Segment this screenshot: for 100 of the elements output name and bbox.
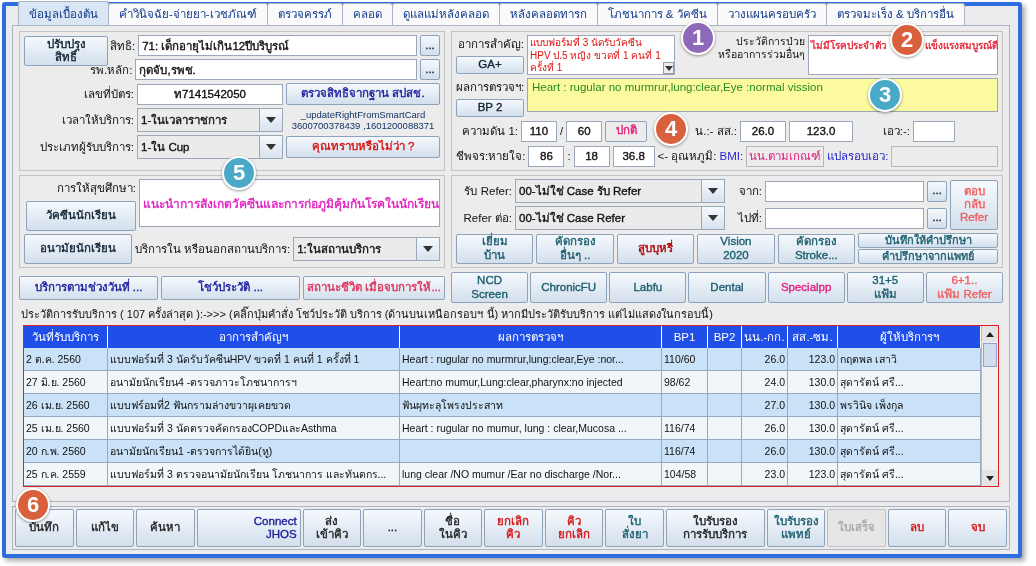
action-button[interactable]: ค้นหา: [136, 509, 195, 547]
table-cell: [662, 394, 708, 417]
input-field[interactable]: 18: [573, 145, 610, 167]
action-button[interactable]: จบ: [948, 509, 1007, 547]
column-header[interactable]: ผลการตรวจฯ: [400, 326, 662, 348]
module-button[interactable]: Dental: [688, 272, 766, 303]
input-field[interactable]: 123.0: [789, 120, 853, 142]
input-field[interactable]: 86: [528, 145, 565, 167]
tab[interactable]: ข้อมูลเบื้องต้น: [18, 1, 109, 25]
field-label: ชีพจร:หายใจ:: [456, 149, 526, 164]
dropdown[interactable]: 00-ไม่ใช่ Case Refer: [515, 206, 725, 230]
table-cell: 25 ก.ค. 2559: [24, 463, 108, 486]
action-button[interactable]: ชื่อ ในคิว: [423, 509, 483, 547]
module-button[interactable]: Labfu: [609, 272, 687, 303]
tab[interactable]: คำวินิจฉัย-จ่ายยา-เวชภัณฑ์: [108, 3, 268, 25]
table-cell: 26.0: [742, 417, 788, 440]
table-cell: 123.0: [788, 463, 838, 486]
bp2-button[interactable]: BP 2: [456, 99, 524, 117]
check-rights-button[interactable]: ตรวจสิทธิจากฐาน สปสช.: [286, 83, 440, 105]
info-button[interactable]: คุณทราบหรือไม่ว่า ?: [286, 136, 440, 158]
scrollbar-thumb[interactable]: [983, 343, 997, 367]
action-button[interactable]: ส่ง เข้าคิว: [302, 509, 362, 547]
scrollbar[interactable]: [981, 326, 998, 486]
table-cell: 25 เม.ย. 2560: [24, 417, 108, 440]
field-label: ประเภทผู้รับบริการ:: [38, 140, 134, 156]
module-button[interactable]: Specialpp: [767, 272, 845, 303]
input-field[interactable]: กุดจับ,รพช.: [135, 59, 417, 80]
service-button[interactable]: สูบบุหรี่: [616, 233, 695, 264]
table-cell: lung clear /NO mumur /Ear no discharge /Nor...: [400, 463, 662, 486]
tab[interactable]: โภชนาการ & วัคซีน: [596, 3, 718, 25]
action-button[interactable]: แก้ไข: [75, 509, 135, 547]
input-field[interactable]: [765, 180, 924, 202]
scroll-up-icon[interactable]: [986, 331, 994, 337]
service-button[interactable]: คัดกรอง Stroke...: [777, 233, 856, 264]
smartcard-note: _updateRightFromSmartCard: [300, 109, 426, 120]
lookup-button[interactable]: ...: [927, 207, 947, 229]
tab[interactable]: ตรวจครรภ์: [266, 3, 343, 25]
input-field[interactable]: 26.0: [740, 120, 786, 142]
table-cell: กฤตพล เสาวิ: [838, 348, 981, 371]
lookup-button[interactable]: ...: [927, 180, 947, 202]
input-field[interactable]: 110: [521, 120, 557, 142]
tab[interactable]: หลังคลอดทารก: [498, 3, 598, 25]
tab[interactable]: คลอด: [341, 3, 393, 25]
tab[interactable]: วางแผนครอบครัว: [716, 3, 827, 25]
column-header[interactable]: ผู้ให้บริการฯ: [838, 326, 981, 348]
column-header[interactable]: BP2: [708, 326, 742, 348]
input-field[interactable]: 71: เด็กอายุไม่เกิน12ปีบริบูรณ์: [138, 35, 417, 56]
action-button[interactable]: ยกเลิก คิว: [484, 509, 543, 547]
tab[interactable]: ตรวจมะเร็ง & บริการอื่น: [825, 3, 965, 25]
dropdown[interactable]: 00-ไม่ใช่ Case รับ Refer: [515, 179, 725, 203]
column-header[interactable]: สส.-ซม.: [788, 326, 838, 348]
dropdown[interactable]: 1-ใน Cup: [137, 135, 283, 159]
table-cell: สุดารัตน์ ศรี...: [838, 417, 981, 440]
tab[interactable]: ดูแลแม่หลังคลอด: [391, 3, 500, 25]
module-button[interactable]: ChronicFU: [530, 272, 608, 303]
field-label: น.:- สส.:: [695, 124, 737, 139]
input-field[interactable]: 36.8: [612, 145, 655, 167]
history-option-button[interactable]: บริการตามช่วงวันที่ ...: [19, 275, 159, 300]
scroll-down-icon[interactable]: [986, 475, 994, 481]
column-header[interactable]: BP1: [662, 326, 708, 348]
field-label: ความดัน 1:: [461, 124, 518, 139]
column-header[interactable]: อาการสำคัญฯ: [108, 326, 400, 348]
action-button[interactable]: ใบ สั่งยา: [605, 509, 664, 547]
history-option-button[interactable]: โชว์ประวัติ ...: [161, 275, 301, 300]
column-header[interactable]: นน.-กก.: [742, 326, 788, 348]
table-cell: สุดารัตน์ ศรี...: [838, 371, 981, 394]
student-vaccine-button[interactable]: วัคซีนนักเรียน: [26, 201, 136, 231]
action-button[interactable]: ใบรับรอง การรับบริการ: [665, 509, 765, 547]
dropdown[interactable]: 1:ในสถานบริการ: [293, 237, 440, 261]
lookup-button[interactable]: ...: [420, 59, 440, 80]
ga-button[interactable]: GA+: [456, 56, 524, 74]
input-field[interactable]: ท7141542050: [137, 83, 283, 105]
action-button[interactable]: Connect JHOS: [196, 509, 301, 547]
action-button[interactable]: คิว ยกเลิก: [544, 509, 604, 547]
service-button[interactable]: Vision 2020: [697, 233, 775, 264]
bp-status-button[interactable]: ปกติ: [605, 120, 648, 142]
health-education-field[interactable]: แนะนำการสังเกตวัคซีนและการก่อภูมิคุ้มกันโรคในนักเรียน: [139, 179, 440, 227]
input-field[interactable]: [765, 207, 924, 229]
module-button[interactable]: 31+5 แฟ้ม: [846, 272, 924, 303]
input-field[interactable]: [913, 120, 955, 142]
service-button[interactable]: เยี่ยม บ้าน: [456, 233, 534, 264]
consult-button[interactable]: คำปรึกษาจากแพทย์: [858, 249, 999, 264]
dropdown[interactable]: 1-ในเวลาราชการ: [137, 108, 283, 132]
field-label: รับ Refer:: [463, 184, 512, 199]
module-button[interactable]: NCD Screen: [451, 272, 529, 303]
update-rights-button[interactable]: ปรับปรุง สิทธิ์: [24, 36, 108, 66]
action-button[interactable]: ใบรับรอง แพทย์: [766, 509, 826, 547]
student-health-button[interactable]: อนามัยนักเรียน: [24, 234, 132, 264]
dropdown-arrow-icon: [708, 188, 718, 194]
complaint-textarea[interactable]: แบบฟอร์มที่ 3 นัดรับวัคซีน HPV ป.5 หญิง ขวดที่ 1 คนที่ 1 ครั้งที่ 1: [527, 35, 675, 75]
number-badge: 4: [654, 112, 689, 146]
history-option-button[interactable]: สถานะชีวิต เมื่อจบการให้...: [303, 275, 445, 300]
consult-button[interactable]: บันทึกให้คำปรึกษา: [858, 233, 999, 248]
input-field[interactable]: 60: [566, 120, 603, 142]
table-cell: 26 เม.ย. 2560: [24, 394, 108, 417]
lookup-button[interactable]: ...: [420, 35, 440, 56]
service-button[interactable]: คัดกรอง อื่นๆ ..: [536, 233, 614, 264]
action-button[interactable]: ลบ: [887, 509, 947, 547]
column-header[interactable]: วันที่รับบริการ: [24, 326, 108, 348]
action-button[interactable]: ...: [363, 509, 422, 547]
